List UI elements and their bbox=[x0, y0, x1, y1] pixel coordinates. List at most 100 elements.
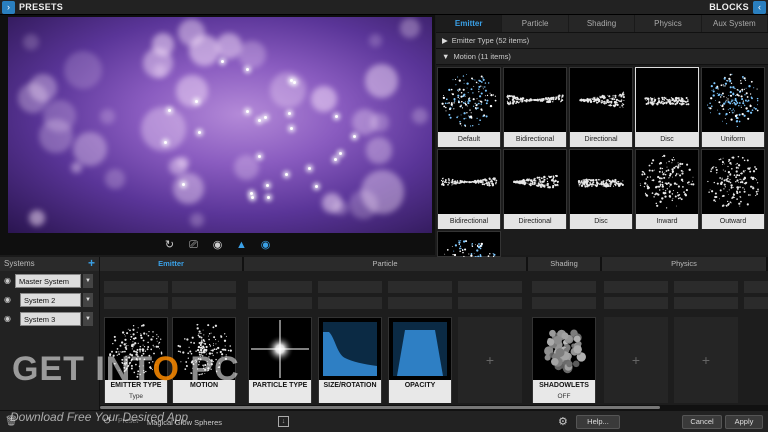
particle-dot bbox=[735, 100, 738, 103]
particle-dot bbox=[468, 97, 471, 99]
particle-dot bbox=[749, 93, 752, 95]
particle-preview bbox=[440, 177, 498, 187]
particle-dot bbox=[466, 82, 469, 85]
particle-dot bbox=[717, 109, 719, 111]
particle-dot bbox=[743, 171, 745, 173]
particle-dot bbox=[596, 180, 598, 182]
category-emitter-type[interactable]: ▶ Emitter Type (52 items) bbox=[436, 33, 768, 49]
chevron-down-icon[interactable]: ▼ bbox=[83, 293, 93, 307]
section-emitter[interactable]: Emitter bbox=[100, 257, 244, 271]
module-label: PARTICLE TYPE bbox=[249, 380, 311, 403]
eye-icon[interactable]: ◉ bbox=[259, 238, 273, 252]
category-motion[interactable]: ▼ Motion (11 items) bbox=[436, 49, 768, 65]
section-shading[interactable]: Shading bbox=[528, 257, 602, 271]
add-module-button[interactable]: + bbox=[604, 317, 668, 403]
motion-item[interactable]: Outward bbox=[701, 149, 765, 229]
motion-item[interactable]: Directional bbox=[503, 149, 567, 229]
particle-dot bbox=[129, 329, 131, 332]
camera-icon[interactable]: ⎚ bbox=[187, 238, 201, 252]
section-physics[interactable]: Physics bbox=[602, 257, 768, 271]
section-particle[interactable]: Particle bbox=[244, 257, 528, 271]
tab-aux-system[interactable]: Aux System bbox=[702, 15, 768, 32]
system-row[interactable]: ◉ System 3 ▼ bbox=[0, 309, 99, 328]
help-button[interactable]: Help... bbox=[576, 415, 620, 429]
particle-dot bbox=[489, 178, 491, 181]
cancel-button[interactable]: Cancel bbox=[682, 415, 722, 429]
motion-item[interactable] bbox=[437, 231, 501, 292]
system-name-field[interactable]: System 3 bbox=[20, 312, 81, 326]
motion-item[interactable]: Bidirectional bbox=[437, 149, 501, 229]
scrollbar-thumb[interactable] bbox=[100, 406, 660, 409]
tab-emitter[interactable]: Emitter bbox=[436, 15, 503, 32]
particle-dot bbox=[749, 170, 752, 173]
particle-dot bbox=[593, 96, 595, 98]
particle-dot bbox=[552, 179, 555, 182]
motion-item[interactable]: Disc bbox=[569, 149, 633, 229]
particle-dot bbox=[660, 103, 662, 105]
bokeh-light bbox=[64, 50, 103, 90]
category-label: Motion bbox=[453, 52, 476, 61]
add-module-button[interactable]: + bbox=[458, 317, 522, 403]
chevron-down-icon[interactable]: ▼ bbox=[83, 312, 93, 326]
chevron-down-icon[interactable]: ▼ bbox=[83, 274, 93, 288]
tab-particle[interactable]: Particle bbox=[502, 15, 569, 32]
particle-dot bbox=[740, 82, 742, 85]
system-row[interactable]: ◉ Master System ▼ bbox=[0, 271, 99, 290]
save-preset-icon[interactable]: ↓ bbox=[278, 416, 289, 427]
sparkle bbox=[195, 99, 199, 103]
particle-dot bbox=[586, 179, 589, 181]
particle-dot bbox=[737, 155, 740, 158]
preview-viewport[interactable] bbox=[8, 17, 432, 233]
reset-icon[interactable]: ↻ bbox=[163, 238, 177, 252]
motion-item[interactable]: Directional bbox=[569, 67, 633, 147]
presets-expand-button[interactable]: › bbox=[2, 1, 15, 14]
add-module-button[interactable]: + bbox=[674, 317, 738, 403]
particle-dot bbox=[147, 334, 150, 337]
particle-dot bbox=[651, 179, 653, 181]
audio-icon[interactable]: ◉ bbox=[211, 238, 225, 252]
bokeh-light bbox=[178, 18, 206, 46]
inactive-control bbox=[674, 281, 738, 293]
emitter-icon[interactable]: ▲ bbox=[235, 238, 249, 252]
apply-button[interactable]: Apply bbox=[725, 415, 763, 429]
system-name-field[interactable]: Master System bbox=[15, 274, 81, 288]
module-shadowlets[interactable]: SHADOWLETS OFF bbox=[532, 317, 596, 403]
eye-icon[interactable]: ◉ bbox=[4, 314, 11, 323]
particle-dot bbox=[450, 102, 453, 105]
particle-dot bbox=[724, 101, 727, 103]
module-size-rotation[interactable]: SIZE/ROTATION bbox=[318, 317, 382, 403]
motion-item[interactable]: Disc bbox=[635, 67, 699, 147]
motion-item[interactable]: Default bbox=[437, 67, 501, 147]
module-opacity[interactable]: OPACITY bbox=[388, 317, 452, 403]
particle-dot bbox=[713, 82, 716, 85]
motion-item[interactable]: Inward bbox=[635, 149, 699, 229]
particle-dot bbox=[609, 185, 612, 188]
particle-dot bbox=[459, 247, 461, 250]
particle-dot bbox=[465, 181, 467, 183]
system-name-field[interactable]: System 2 bbox=[20, 293, 81, 307]
particle-dot bbox=[150, 338, 153, 341]
eye-icon[interactable]: ◉ bbox=[4, 295, 11, 304]
shadow-sphere bbox=[546, 338, 555, 346]
eye-icon[interactable]: ◉ bbox=[4, 276, 11, 285]
add-system-button[interactable]: + bbox=[88, 256, 95, 270]
particle-dot bbox=[605, 181, 608, 184]
particle-dot bbox=[742, 102, 745, 105]
particle-dot bbox=[726, 97, 728, 99]
tab-physics[interactable]: Physics bbox=[635, 15, 702, 32]
gear-icon[interactable]: ⚙ bbox=[558, 415, 568, 428]
particle-dot bbox=[465, 73, 467, 75]
tab-shading[interactable]: Shading bbox=[569, 15, 636, 32]
module-particle-type[interactable]: PARTICLE TYPE bbox=[248, 317, 312, 403]
particle-dot bbox=[466, 87, 468, 89]
motion-item[interactable]: Uniform bbox=[701, 67, 765, 147]
particle-dot bbox=[461, 107, 464, 109]
system-row[interactable]: ◉ System 2 ▼ bbox=[0, 290, 99, 309]
particle-dot bbox=[449, 116, 452, 119]
particle-dot bbox=[463, 82, 465, 84]
particle-dot bbox=[548, 175, 550, 178]
blocks-collapse-button[interactable]: ‹ bbox=[753, 1, 766, 14]
particle-dot bbox=[649, 176, 652, 178]
particle-dot bbox=[461, 249, 464, 251]
motion-item[interactable]: Bidirectional bbox=[503, 67, 567, 147]
